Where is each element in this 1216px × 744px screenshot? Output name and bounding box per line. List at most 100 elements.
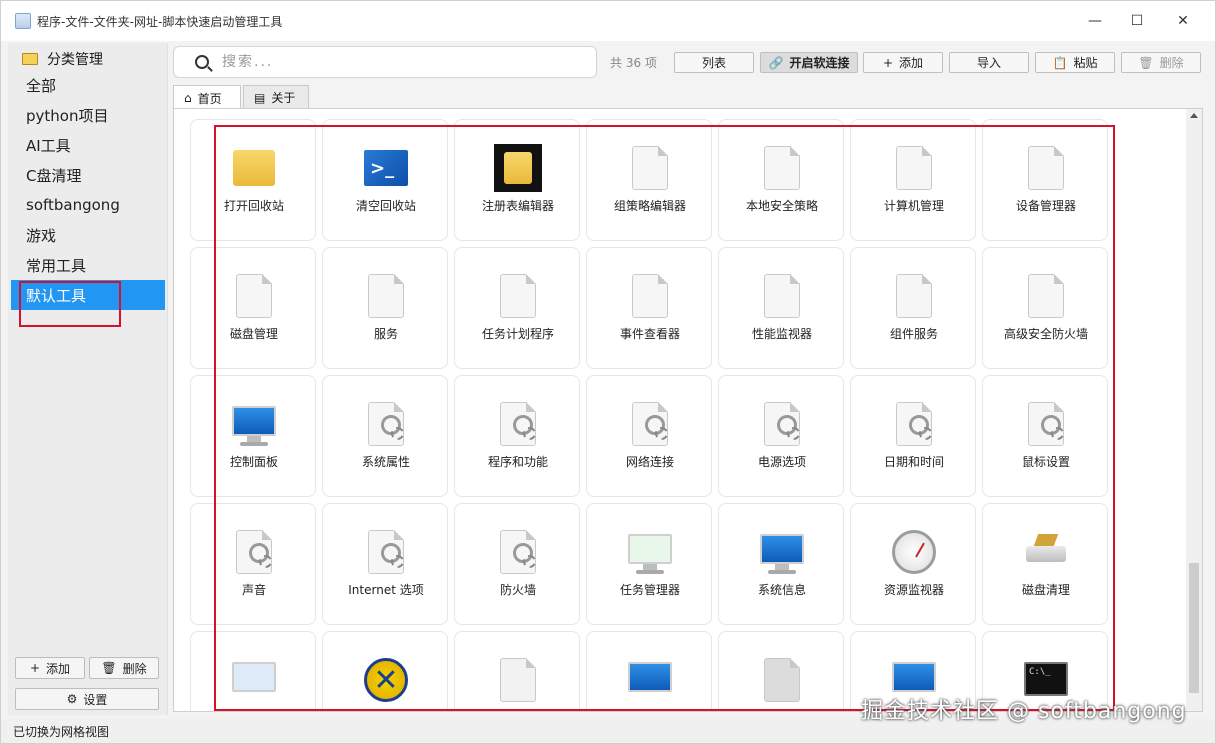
settings-doc-icon	[230, 528, 278, 576]
sidebar-item-common-tools[interactable]: 常用工具	[8, 250, 165, 280]
tool-card[interactable]: 性能监视器	[718, 247, 844, 369]
title-bar: 程序-文件-文件夹-网址-脚本快速启动管理工具 — ☐ ✕	[1, 1, 1215, 41]
sidebar-item-label: 默认工具	[26, 286, 87, 305]
tool-card[interactable]: 任务管理器	[586, 503, 712, 625]
tab-home-label: 首页	[197, 91, 222, 106]
add-item-button[interactable]: + 添加	[863, 52, 943, 73]
folder-icon	[230, 144, 278, 192]
search-icon	[195, 55, 209, 69]
tool-card[interactable]: 防火墙	[454, 503, 580, 625]
settings-doc-icon	[626, 400, 674, 448]
tool-card-label: Internet 选项	[348, 583, 424, 597]
tool-card[interactable]: 任务计划程序	[454, 247, 580, 369]
settings-doc-icon	[494, 528, 542, 576]
tool-card[interactable]: 磁盘管理	[190, 247, 316, 369]
scroll-up-icon[interactable]	[1190, 113, 1198, 118]
tool-card[interactable]: 控制面板	[190, 375, 316, 497]
tool-card-label: 日期和时间	[883, 455, 944, 469]
document-icon	[1022, 144, 1070, 192]
tool-card[interactable]	[454, 631, 580, 711]
tool-card[interactable]: 日期和时间	[850, 375, 976, 497]
tool-card-label: 鼠标设置	[1021, 455, 1070, 469]
vertical-scrollbar[interactable]	[1186, 109, 1202, 711]
sidebar-item-label: python项目	[26, 106, 109, 125]
tool-card[interactable]: Internet 选项	[322, 503, 448, 625]
folder-dark-icon	[494, 144, 542, 192]
tool-card[interactable]: 打开回收站	[190, 119, 316, 241]
sidebar-item-c-drive-cleanup[interactable]: C盘清理	[8, 160, 165, 190]
category-sidebar: 分类管理 全部 python项目 AI工具 C盘清理 softbangong 游…	[8, 43, 168, 715]
tool-card[interactable]: 鼠标设置	[982, 375, 1108, 497]
tool-card-label: 资源监视器	[883, 583, 944, 597]
tool-card-label: 任务管理器	[619, 583, 680, 597]
keyboard-monitor-icon	[626, 656, 674, 704]
tool-card[interactable]: 组策略编辑器	[586, 119, 712, 241]
x-circle-icon: ✕	[362, 656, 410, 704]
tool-card-label: 磁盘清理	[1021, 583, 1070, 597]
tool-card[interactable]: 声音	[190, 503, 316, 625]
tool-card-label: 声音	[241, 583, 266, 597]
sidebar-item-ai-tools[interactable]: AI工具	[8, 130, 165, 160]
sidebar-item-label: 全部	[26, 76, 57, 95]
tool-card[interactable]: 磁盘清理	[982, 503, 1108, 625]
tool-card[interactable]: 资源监视器	[850, 503, 976, 625]
tool-card[interactable]	[190, 631, 316, 711]
tool-card[interactable]	[718, 631, 844, 711]
sidebar-item-python[interactable]: python项目	[8, 100, 165, 130]
delete-category-button[interactable]: 🗑 删除	[89, 657, 159, 679]
delete-item-button[interactable]: 🗑 删除	[1121, 52, 1201, 73]
settings-label: 设置	[83, 692, 108, 707]
paste-button[interactable]: 📋 粘贴	[1035, 52, 1115, 73]
sidebar-item-games[interactable]: 游戏	[8, 220, 165, 250]
document-icon	[362, 272, 410, 320]
tool-card[interactable]: 计算机管理	[850, 119, 976, 241]
tool-card-label: 本地安全策略	[745, 199, 818, 213]
tool-card[interactable]: 设备管理器	[982, 119, 1108, 241]
tool-card[interactable]: 事件查看器	[586, 247, 712, 369]
tool-card[interactable]: 系统信息	[718, 503, 844, 625]
plus-icon: +	[29, 661, 41, 675]
tool-card[interactable]: 电源选项	[718, 375, 844, 497]
search-input[interactable]	[222, 54, 522, 70]
link-icon: 🔗	[768, 55, 784, 70]
add-category-button[interactable]: + 添加	[15, 657, 85, 679]
tool-card[interactable]: ✕	[322, 631, 448, 711]
minimize-icon[interactable]: —	[1083, 9, 1107, 33]
tab-about[interactable]: ▤ 关于	[243, 85, 309, 109]
tool-card-label: 网络连接	[625, 455, 674, 469]
tool-card[interactable]: 网络连接	[586, 375, 712, 497]
document-icon	[758, 144, 806, 192]
settings-button[interactable]: ⚙ 设置	[15, 688, 159, 710]
tool-card[interactable]: >_ 清空回收站	[322, 119, 448, 241]
sidebar-item-default-tools[interactable]: 默认工具	[11, 280, 165, 310]
tab-home[interactable]: ⌂ 首页	[173, 85, 241, 110]
scrollbar-thumb[interactable]	[1189, 563, 1199, 693]
soft-link-label: 开启软连接	[789, 56, 850, 70]
soft-link-toggle[interactable]: 🔗 开启软连接	[760, 52, 858, 73]
sidebar-item-all[interactable]: 全部	[8, 70, 165, 100]
tool-card[interactable]: 本地安全策略	[718, 119, 844, 241]
tool-card[interactable]: 组件服务	[850, 247, 976, 369]
document-icon	[890, 144, 938, 192]
grid-panel: 打开回收站 >_ 清空回收站 注册表编辑器 组策略编辑器 本地安全策略 计算机管理 设备管理器…	[173, 108, 1203, 712]
tool-card[interactable]: 程序和功能	[454, 375, 580, 497]
powershell-icon: >_	[362, 144, 410, 192]
delete-category-label: 删除	[122, 661, 147, 676]
tool-card[interactable]: 服务	[322, 247, 448, 369]
tool-card[interactable]: 高级安全防火墙	[982, 247, 1108, 369]
tool-card[interactable]	[586, 631, 712, 711]
trash-icon: 🗑	[1138, 55, 1154, 70]
tool-card[interactable]: 系统属性	[322, 375, 448, 497]
disk-cleanup-icon	[1022, 528, 1070, 576]
sidebar-item-softbangong[interactable]: softbangong	[8, 190, 165, 220]
tool-card-label: 注册表编辑器	[481, 199, 554, 213]
tool-card[interactable]: 注册表编辑器	[454, 119, 580, 241]
tool-card-label: 事件查看器	[619, 327, 680, 341]
status-text: 已切换为网格视图	[13, 724, 110, 739]
close-icon[interactable]: ✕	[1171, 9, 1195, 33]
list-view-button[interactable]: 列表	[674, 52, 754, 73]
tool-card-label: 高级安全防火墙	[1003, 327, 1088, 341]
maximize-icon[interactable]: ☐	[1125, 9, 1149, 33]
import-button[interactable]: 导入	[949, 52, 1029, 73]
add-item-label: 添加	[899, 56, 924, 70]
